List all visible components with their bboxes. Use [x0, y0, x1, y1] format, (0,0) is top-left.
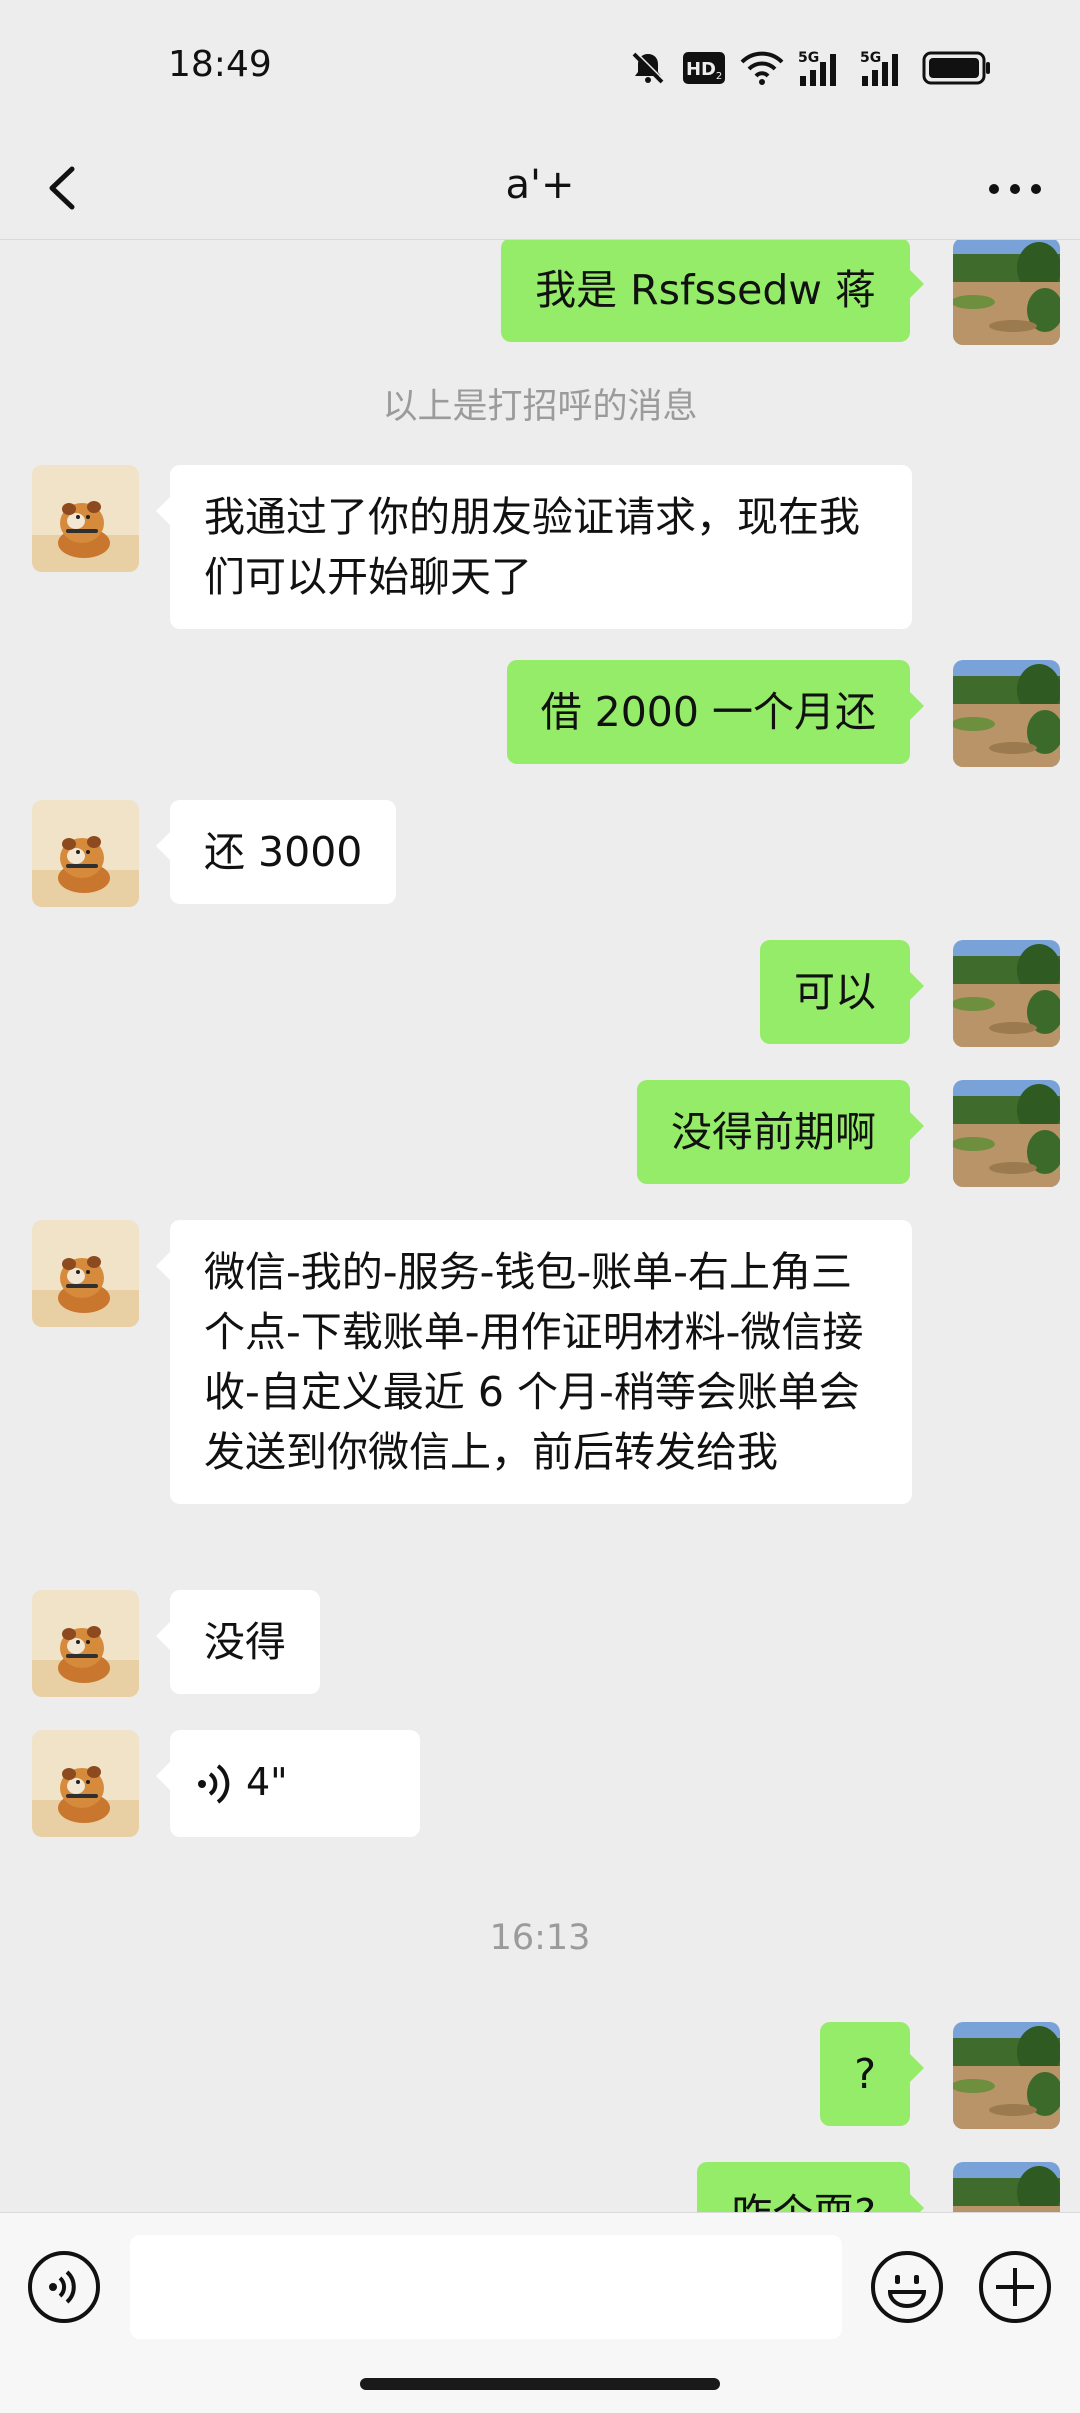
- svg-text:5G: 5G: [798, 50, 819, 66]
- voice-wave-icon: [194, 1760, 234, 1824]
- message-bubble-received[interactable]: 微信-我的-服务-钱包-账单-右上角三个点-下载账单-用作证明材料-微信接收-自…: [156, 1220, 912, 1504]
- voice-duration: 4": [246, 1760, 288, 1804]
- voice-input-icon: [27, 2251, 101, 2328]
- more-dots-icon: [980, 184, 1050, 227]
- status-icons: HD 2 5G 5G: [628, 46, 992, 90]
- message-bubble-sent[interactable]: 可以: [760, 940, 924, 1044]
- contact-avatar[interactable]: [32, 465, 139, 572]
- battery-icon: [922, 51, 992, 85]
- my-avatar[interactable]: [953, 2162, 1060, 2212]
- svg-text:HD: HD: [686, 59, 716, 80]
- contact-avatar[interactable]: [32, 1220, 139, 1327]
- plus-icon: [978, 2251, 1052, 2328]
- timestamp: 16:13: [489, 1918, 591, 1958]
- message-bubble-received[interactable]: 我通过了你的朋友验证请求，现在我们可以开始聊天了: [156, 465, 912, 629]
- more-button[interactable]: [980, 153, 1050, 223]
- message-list[interactable]: 我是 Rsfssedw 蒋 以上是打招呼的消息 我通过了你的朋友验证请求，现在我…: [0, 240, 1080, 2212]
- home-indicator[interactable]: [360, 2378, 720, 2390]
- my-avatar[interactable]: [953, 940, 1060, 1047]
- message-bubble-received[interactable]: 没得: [156, 1590, 320, 1694]
- message-bubble-sent[interactable]: 我是 Rsfssedw 蒋: [501, 240, 924, 342]
- message-input[interactable]: [130, 2235, 842, 2339]
- svg-text:5G: 5G: [860, 50, 881, 66]
- message-bubble-sent[interactable]: 借 2000 一个月还: [506, 660, 925, 764]
- voice-message-bubble[interactable]: 4": [156, 1730, 420, 1837]
- contact-avatar[interactable]: [32, 1590, 139, 1697]
- message-bubble-sent[interactable]: ?: [820, 2022, 924, 2126]
- emoji-button[interactable]: [870, 2250, 944, 2324]
- 5g-signal-icon: 5G: [798, 48, 846, 88]
- my-avatar[interactable]: [953, 1080, 1060, 1187]
- chat-header: a'+: [0, 135, 1080, 240]
- emoji-icon: [870, 2251, 944, 2328]
- chat-title: a'+: [505, 162, 575, 208]
- wifi-icon: [740, 50, 784, 86]
- hd-icon: HD 2: [682, 51, 726, 85]
- mute-bell-icon: [628, 48, 668, 88]
- system-notice: 以上是打招呼的消息: [382, 387, 698, 427]
- status-bar: 18:49 HD 2 5G 5G: [0, 0, 1080, 135]
- message-bubble-sent[interactable]: 没得前期啊: [637, 1080, 924, 1184]
- my-avatar[interactable]: [953, 240, 1060, 345]
- status-time: 18:49: [168, 44, 272, 85]
- message-bubble-received[interactable]: 还 3000: [155, 800, 397, 904]
- voice-input-button[interactable]: [27, 2250, 101, 2324]
- contact-avatar[interactable]: [32, 1730, 139, 1837]
- message-bubble-sent[interactable]: 咋个耍?: [697, 2162, 924, 2212]
- 5g-signal-icon: 5G: [860, 48, 908, 88]
- svg-text:2: 2: [716, 71, 722, 82]
- my-avatar[interactable]: [953, 660, 1060, 767]
- input-bar: [0, 2212, 1080, 2413]
- my-avatar[interactable]: [953, 2022, 1060, 2129]
- contact-avatar[interactable]: [32, 800, 139, 907]
- more-functions-button[interactable]: [978, 2250, 1052, 2324]
